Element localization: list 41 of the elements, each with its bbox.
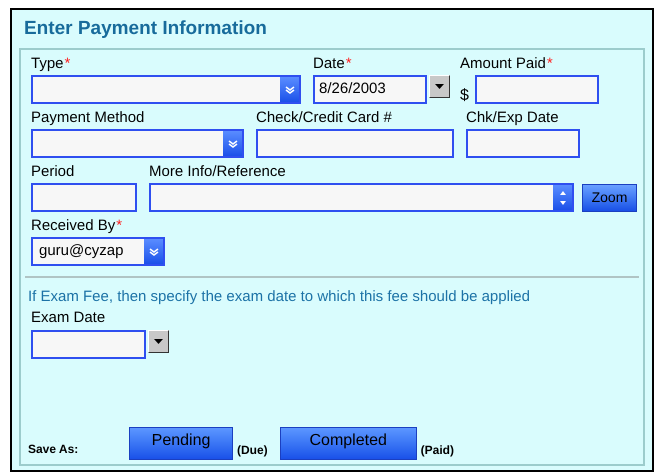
required-mark: * [116, 216, 122, 236]
chevron-down-icon [284, 86, 294, 94]
chevron-down-icon [148, 248, 158, 256]
calendar-dropdown-button[interactable] [148, 330, 169, 352]
exam-fee-note: If Exam Fee, then specify the exam date to which this fee should be applied [28, 287, 531, 307]
reference-field[interactable] [149, 183, 574, 212]
zoom-button[interactable]: Zoom [582, 184, 637, 212]
dropdown-field[interactable]: guru@cyzap [31, 237, 165, 266]
dropdown-field[interactable] [31, 129, 244, 158]
field-label: Received By [31, 216, 116, 236]
currency-sign: $ [460, 86, 469, 106]
field-label: Check/Credit Card # [256, 108, 392, 128]
dropdown-field[interactable] [31, 75, 301, 104]
save-as-label: Save As: [28, 441, 80, 458]
spinner-arrows-icon [560, 190, 566, 206]
required-mark: * [546, 54, 553, 74]
field-label: Type [31, 54, 64, 74]
field-label: More Info/Reference [149, 162, 286, 182]
date-field[interactable]: 8/26/2003 [313, 75, 427, 104]
field-label: Payment Method [31, 108, 144, 128]
text-field[interactable] [466, 129, 580, 158]
required-mark: * [64, 54, 70, 74]
status-note: (Paid) [420, 442, 454, 459]
date-field[interactable] [31, 330, 146, 358]
required-mark: * [346, 54, 352, 74]
triangle-down-icon [154, 338, 163, 344]
panel-title: Enter Payment Information [24, 16, 267, 41]
calendar-dropdown-button[interactable] [429, 75, 450, 98]
text-field[interactable] [31, 183, 137, 212]
field-label: Period [31, 162, 74, 182]
field-label: Date [313, 54, 345, 74]
save-button[interactable]: Pending [129, 427, 233, 460]
text-field[interactable] [256, 129, 454, 158]
field-label: Chk/Exp Date [466, 108, 559, 128]
save-button[interactable]: Completed [280, 427, 417, 460]
chevron-down-icon [228, 140, 238, 148]
field-label: Exam Date [31, 308, 106, 328]
field-label: Amount Paid [460, 54, 546, 74]
status-note: (Due) [237, 442, 268, 459]
triangle-down-icon [435, 84, 444, 89]
text-field[interactable] [474, 75, 599, 104]
